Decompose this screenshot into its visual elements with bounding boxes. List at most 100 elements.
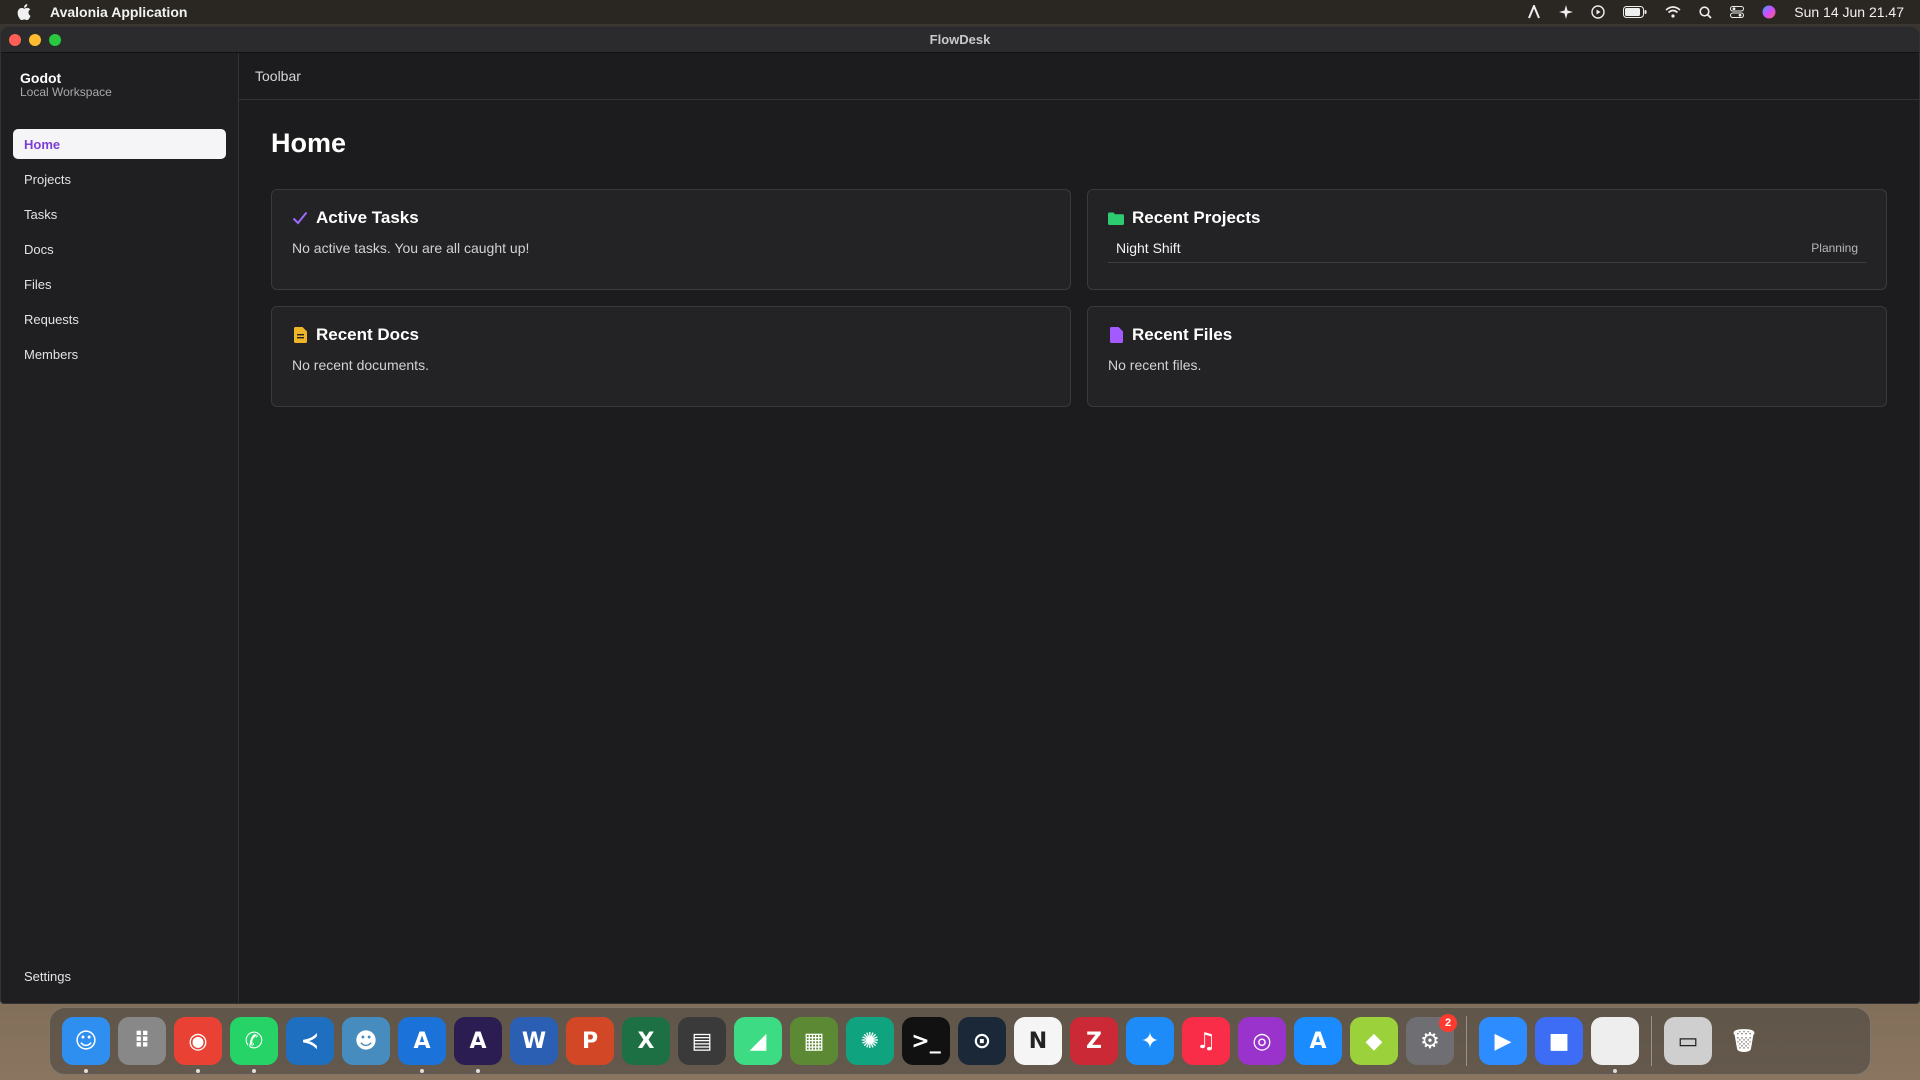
- steam-icon[interactable]: ⊙: [958, 1017, 1006, 1065]
- downloads-stack-icon[interactable]: ▭: [1664, 1017, 1712, 1065]
- window-titlebar[interactable]: FlowDesk: [1, 27, 1919, 53]
- dock-icon-glyph: 🗑: [1730, 1028, 1758, 1054]
- sidebar: Godot Local Workspace Home Projects Task…: [1, 53, 239, 1003]
- sidebar-item-home[interactable]: Home: [13, 129, 226, 159]
- text-input-icon[interactable]: [1527, 5, 1541, 19]
- battery-icon[interactable]: [1623, 6, 1647, 18]
- dock-icon-glyph: A: [469, 1028, 487, 1054]
- sidebar-item-requests[interactable]: Requests: [13, 304, 226, 334]
- apple-icon[interactable]: [16, 3, 32, 21]
- sidebar-item-members[interactable]: Members: [13, 339, 226, 369]
- dock-icon-glyph: ⠿: [133, 1028, 151, 1054]
- finder-icon[interactable]: ☺: [62, 1017, 110, 1073]
- project-name: Night Shift: [1116, 240, 1181, 256]
- sidebar-item-label: Projects: [24, 171, 71, 187]
- card-title: Recent Files: [1132, 325, 1233, 344]
- godot-icon[interactable]: ☻: [342, 1017, 390, 1065]
- running-indicator: [420, 1069, 424, 1073]
- notion-icon[interactable]: N: [1014, 1017, 1062, 1065]
- folder-icon: [1108, 210, 1124, 226]
- dock-icon-glyph: ▶: [1494, 1028, 1512, 1054]
- card-title: Recent Docs: [316, 325, 419, 344]
- launchpad-icon[interactable]: ⠿: [118, 1017, 166, 1065]
- document-file-icon[interactable]: [1591, 1017, 1639, 1073]
- running-indicator: [1613, 1069, 1617, 1073]
- app-window: FlowDesk Godot Local Workspace Home Proj…: [0, 26, 1920, 1004]
- dock-icon-glyph: ▦: [803, 1028, 825, 1054]
- safari-icon[interactable]: ✦: [1126, 1017, 1174, 1065]
- cube-app-icon[interactable]: ◆: [1350, 1017, 1398, 1065]
- zotero-icon[interactable]: Z: [1070, 1017, 1118, 1065]
- dock-separator: [1651, 1016, 1652, 1066]
- dock-icon-glyph: ♫: [1196, 1028, 1216, 1054]
- check-icon: [292, 210, 308, 226]
- card-title: Recent Projects: [1132, 208, 1261, 227]
- search-icon[interactable]: [1699, 5, 1712, 19]
- dock-icon-glyph: Z: [1086, 1028, 1102, 1054]
- play-circle-icon[interactable]: [1591, 5, 1605, 19]
- dock-icon-glyph: ✆: [244, 1028, 264, 1054]
- affinity-photo-icon[interactable]: A: [454, 1017, 502, 1073]
- dock-icon-glyph: ✺: [860, 1028, 880, 1054]
- terminal-icon[interactable]: >_: [902, 1017, 950, 1065]
- sidebar-item-settings[interactable]: Settings: [24, 969, 71, 984]
- sidebar-item-label: Requests: [24, 311, 79, 327]
- close-window-button[interactable]: [9, 33, 21, 46]
- whatsapp-icon[interactable]: ✆: [230, 1017, 278, 1073]
- zoom-icon[interactable]: ▶: [1479, 1017, 1527, 1065]
- minecraft-icon[interactable]: ▦: [790, 1017, 838, 1065]
- vscode-icon[interactable]: ≺: [286, 1017, 334, 1065]
- sidebar-item-docs[interactable]: Docs: [13, 234, 226, 264]
- dock-separator: [1466, 1016, 1467, 1066]
- system-settings-icon[interactable]: ⚙ 2: [1406, 1014, 1457, 1065]
- menubar-clock[interactable]: Sun 14 Jun 21.47: [1794, 4, 1904, 20]
- empty-state-text: No recent documents.: [292, 357, 429, 373]
- trash-icon[interactable]: 🗑: [1720, 1017, 1768, 1065]
- siri-icon[interactable]: [1762, 5, 1776, 19]
- podcasts-icon[interactable]: ◎: [1238, 1017, 1286, 1065]
- android-studio-icon[interactable]: ◢: [734, 1017, 782, 1065]
- menu-bar: Avalonia Application Sun 14 Jun 21.47: [0, 0, 1920, 24]
- sparkle-icon[interactable]: [1559, 5, 1574, 19]
- music-icon[interactable]: ♫: [1182, 1017, 1230, 1065]
- excel-icon[interactable]: X: [622, 1017, 670, 1065]
- sidebar-item-label: Home: [24, 136, 61, 152]
- chrome-icon[interactable]: ◉: [174, 1017, 222, 1073]
- workspace-subtitle: Local Workspace: [20, 85, 112, 99]
- roblox-icon[interactable]: ■: [1535, 1017, 1583, 1065]
- dock-icon-glyph: P: [581, 1028, 599, 1054]
- dock-icon-glyph: ✦: [1140, 1028, 1160, 1054]
- maximize-window-button[interactable]: [49, 33, 61, 46]
- file-icon: [1108, 327, 1124, 343]
- toolbar-label: Toolbar: [255, 68, 301, 84]
- dock-icon-glyph: ■: [1548, 1028, 1570, 1054]
- project-row[interactable]: Night Shift Planning: [1108, 240, 1866, 263]
- sidebar-item-projects[interactable]: Projects: [13, 164, 226, 194]
- dock-icon-glyph: A: [1309, 1028, 1327, 1054]
- wifi-icon[interactable]: [1665, 6, 1681, 18]
- chatgpt-icon[interactable]: ✺: [846, 1017, 894, 1065]
- powerpoint-icon[interactable]: P: [566, 1017, 614, 1065]
- workspace-switcher[interactable]: Godot Local Workspace: [1, 53, 238, 129]
- sidebar-item-tasks[interactable]: Tasks: [13, 199, 226, 229]
- dock-icon-glyph: ☻: [354, 1028, 378, 1054]
- final-cut-icon[interactable]: ▤: [678, 1017, 726, 1065]
- empty-state-text: No recent files.: [1108, 357, 1202, 373]
- running-indicator: [84, 1069, 88, 1073]
- dock-icon-glyph: ▭: [1677, 1028, 1699, 1054]
- active-app-name[interactable]: Avalonia Application: [50, 4, 187, 20]
- recent-projects-card: Recent Projects Night Shift Planning: [1087, 189, 1887, 290]
- affinity-designer-icon[interactable]: A: [398, 1017, 446, 1073]
- page-title: Home: [271, 128, 347, 158]
- sidebar-item-files[interactable]: Files: [13, 269, 226, 299]
- toolbar: Toolbar: [239, 53, 1919, 100]
- minimize-window-button[interactable]: [29, 33, 41, 46]
- card-title: Active Tasks: [316, 208, 419, 227]
- recent-docs-card: Recent Docs No recent documents.: [271, 306, 1071, 407]
- document-icon: [292, 327, 308, 343]
- app-store-icon[interactable]: A: [1294, 1017, 1342, 1065]
- word-icon[interactable]: W: [510, 1017, 558, 1065]
- dock-icon-glyph: ◎: [1252, 1028, 1272, 1054]
- active-tasks-card: Active Tasks No active tasks. You are al…: [271, 189, 1071, 290]
- control-center-icon[interactable]: [1730, 6, 1745, 18]
